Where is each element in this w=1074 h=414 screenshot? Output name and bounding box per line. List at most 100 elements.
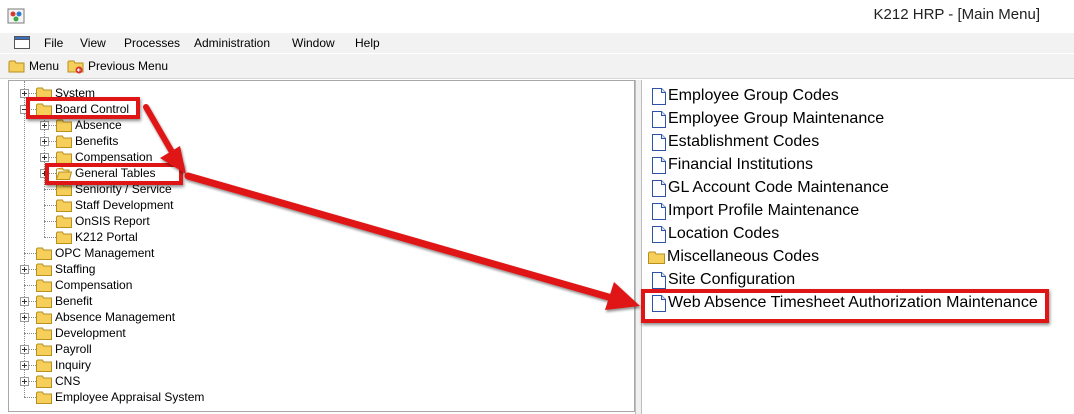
- tree-node-label: Benefits: [75, 134, 119, 148]
- document-icon: [652, 110, 666, 128]
- list-item-employee-group-codes[interactable]: Employee Group Codes: [652, 85, 839, 107]
- list-item-import-profile-maintenance[interactable]: Import Profile Maintenance: [652, 200, 859, 222]
- tree-node-staff-development[interactable]: Staff Development: [56, 197, 174, 213]
- list-item-gl-account-code-maintenance[interactable]: GL Account Code Maintenance: [652, 177, 889, 199]
- list-item-employee-group-maintenance[interactable]: Employee Group Maintenance: [652, 108, 884, 130]
- menu-button-label: Menu: [29, 59, 60, 73]
- highlight-web-absence-timesheet: [641, 289, 1049, 323]
- folder-icon: [56, 199, 72, 212]
- previous-menu-button[interactable]: Previous Menu: [67, 58, 168, 74]
- tree-node-development[interactable]: Development: [36, 325, 126, 341]
- tree-node-label: Benefit: [55, 294, 93, 308]
- folder-icon: [36, 375, 52, 388]
- tree-node-label: Absence Management: [55, 310, 176, 324]
- folder-icon: [36, 295, 52, 308]
- menu-button[interactable]: Menu: [8, 58, 59, 74]
- tree-node-absence-management[interactable]: Absence Management: [36, 309, 175, 325]
- list-item-location-codes[interactable]: Location Codes: [652, 223, 779, 245]
- tree-node-benefit[interactable]: Benefit: [36, 293, 92, 309]
- tree-line: [24, 397, 36, 398]
- list-item-miscellaneous-codes[interactable]: Miscellaneous Codes: [648, 246, 819, 268]
- tree-node-payroll[interactable]: Payroll: [36, 341, 92, 357]
- list-item-financial-institutions[interactable]: Financial Institutions: [652, 154, 813, 176]
- folder-icon: [648, 251, 665, 264]
- menu-tree[interactable]: System Board Control Absence Benefits Co…: [8, 80, 635, 412]
- tree-node-compensation-top[interactable]: Compensation: [36, 277, 132, 293]
- folder-icon: [36, 279, 52, 292]
- list-item-establishment-codes[interactable]: Establishment Codes: [652, 131, 819, 153]
- list-item-label: GL Account Code Maintenance: [668, 179, 889, 196]
- menu-item-list[interactable]: Employee Group Codes Employee Group Main…: [643, 80, 1074, 414]
- tree-node-benefits[interactable]: Benefits: [56, 133, 118, 149]
- menu-window[interactable]: Window: [292, 36, 335, 50]
- menu-view[interactable]: View: [80, 36, 106, 50]
- expand-toggle[interactable]: [20, 377, 29, 386]
- title-bar: K212 HRP - [Main Menu]: [0, 0, 1074, 33]
- window-menu-icon[interactable]: [14, 36, 30, 49]
- expand-toggle[interactable]: [20, 313, 29, 322]
- list-item-label: Employee Group Codes: [668, 87, 839, 104]
- tree-node-inquiry[interactable]: Inquiry: [36, 357, 91, 373]
- tree-node-label: Employee Appraisal System: [55, 390, 205, 404]
- tree-node-staffing[interactable]: Staffing: [36, 261, 95, 277]
- expand-toggle[interactable]: [20, 265, 29, 274]
- tree-node-opc-management[interactable]: OPC Management: [36, 245, 154, 261]
- document-icon: [652, 133, 666, 151]
- window-title: K212 HRP - [Main Menu]: [873, 6, 1040, 23]
- document-icon: [652, 202, 666, 220]
- menu-bar: File View Processes Administration Windo…: [0, 33, 1074, 53]
- tree-node-label: OnSIS Report: [75, 214, 150, 228]
- expand-toggle[interactable]: [20, 297, 29, 306]
- document-icon: [652, 271, 666, 289]
- expand-toggle[interactable]: [20, 345, 29, 354]
- expand-toggle[interactable]: [40, 137, 49, 146]
- list-item-label: Establishment Codes: [668, 133, 820, 150]
- folder-icon: [36, 359, 52, 372]
- tree-node-label: Inquiry: [55, 358, 92, 372]
- tree-line: [44, 189, 56, 190]
- list-item-label: Employee Group Maintenance: [668, 110, 885, 127]
- tree-node-k212-portal[interactable]: K212 Portal: [56, 229, 138, 245]
- tree-node-label: Absence: [75, 118, 122, 132]
- menu-help[interactable]: Help: [355, 36, 380, 50]
- tree-node-employee-appraisal-system[interactable]: Employee Appraisal System: [36, 389, 204, 405]
- menu-file[interactable]: File: [44, 36, 63, 50]
- expand-toggle[interactable]: [40, 153, 49, 162]
- tree-node-onsis-report[interactable]: OnSIS Report: [56, 213, 150, 229]
- pane-splitter[interactable]: [635, 80, 642, 414]
- folder-back-icon: [67, 60, 84, 73]
- list-item-label: Site Configuration: [668, 271, 796, 288]
- toolbar: Menu Previous Menu: [0, 54, 1074, 79]
- highlight-board-control: [26, 97, 140, 119]
- folder-icon: [56, 135, 72, 148]
- folder-icon: [36, 263, 52, 276]
- folder-icon: [36, 391, 52, 404]
- tree-node-label: K212 Portal: [75, 230, 138, 244]
- tree-node-label: Payroll: [55, 342, 92, 356]
- document-icon: [652, 156, 666, 174]
- tree-node-label: CNS: [55, 374, 81, 388]
- tree-node-label: Development: [55, 326, 126, 340]
- expand-toggle[interactable]: [40, 121, 49, 130]
- tree-node-label: OPC Management: [55, 246, 155, 260]
- document-icon: [652, 87, 666, 105]
- list-item-site-configuration[interactable]: Site Configuration: [652, 269, 795, 291]
- highlight-general-tables: [45, 163, 183, 185]
- tree-node-absence[interactable]: Absence: [56, 117, 122, 133]
- menu-administration[interactable]: Administration: [194, 36, 270, 50]
- folder-icon: [56, 151, 72, 164]
- tree-line: [24, 333, 36, 334]
- folder-icon: [56, 215, 72, 228]
- tree-line: [44, 237, 56, 238]
- tree-node-label: Compensation: [55, 278, 133, 292]
- folder-icon: [36, 311, 52, 324]
- folder-icon: [36, 327, 52, 340]
- expand-toggle[interactable]: [20, 361, 29, 370]
- folder-icon: [56, 119, 72, 132]
- tree-node-label: Staff Development: [75, 198, 174, 212]
- list-item-label: Miscellaneous Codes: [667, 248, 820, 265]
- tree-node-cns[interactable]: CNS: [36, 373, 80, 389]
- tree-line: [24, 253, 36, 254]
- folder-icon: [36, 343, 52, 356]
- menu-processes[interactable]: Processes: [124, 36, 180, 50]
